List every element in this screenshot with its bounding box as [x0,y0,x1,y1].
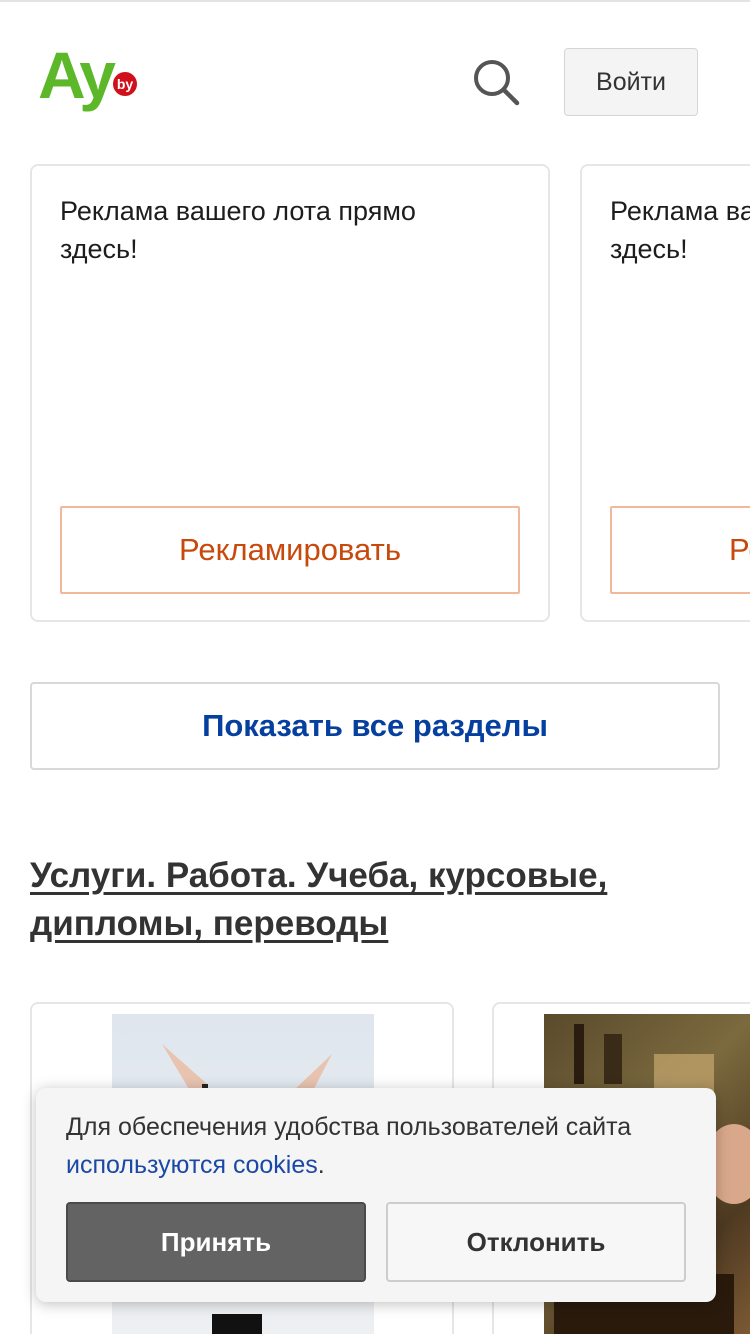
ad-text: Реклама вашего лота прямо здесь! [610,196,750,264]
section-title-link[interactable]: Услуги. Работа. Учеба, курсовые, дипломы… [30,852,710,948]
top-border [0,0,750,2]
cookie-policy-link[interactable]: используются cookies [66,1151,318,1179]
login-button[interactable]: Войти [564,48,698,116]
decline-cookies-button[interactable]: Отклонить [386,1202,686,1282]
accept-cookies-button[interactable]: Принять [66,1202,366,1282]
advertise-button[interactable]: Рекламировать [60,506,520,594]
cookie-message: Для обеспечения удобства пользователей с… [66,1113,632,1141]
ad-card: Реклама вашего лота прямо здесь! Реклами… [30,164,550,622]
show-all-sections-button[interactable]: Показать все разделы [30,682,720,770]
advertise-button[interactable]: Рекламировать [610,506,750,594]
page: Ay by Войти Реклама вашего лота прямо зд… [0,0,750,1334]
ad-text: Реклама вашего лота прямо здесь! [60,196,416,264]
search-button[interactable] [470,56,522,108]
cookie-text: Для обеспечения удобства пользователей с… [66,1108,686,1184]
site-logo[interactable]: Ay by [38,38,142,112]
logo-badge-text: by [117,76,134,92]
cookie-suffix: . [317,1151,325,1179]
search-icon [474,60,520,106]
ad-card: Реклама вашего лота прямо здесь! Реклами… [580,164,750,622]
cookie-banner: Для обеспечения удобства пользователей с… [36,1088,716,1302]
logo-text: Ay [38,46,116,112]
